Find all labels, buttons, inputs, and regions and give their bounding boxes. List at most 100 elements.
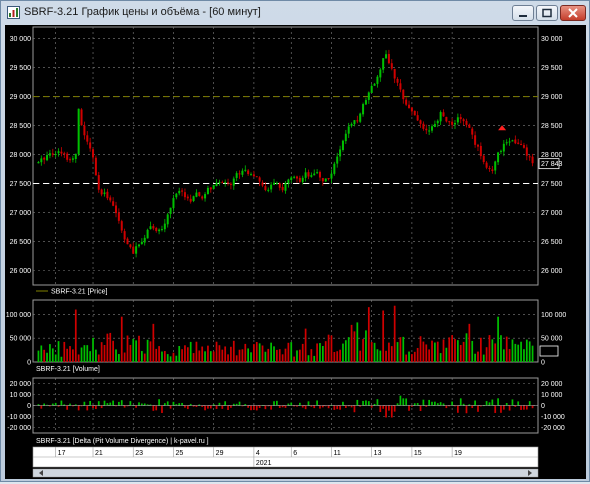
price-candle-body <box>166 214 169 225</box>
volume-bar <box>169 356 172 362</box>
volume-bar <box>367 307 370 362</box>
price-candle-body <box>284 182 287 191</box>
time-axis-day-label: 11 <box>333 450 340 457</box>
delta-bar <box>163 403 166 406</box>
delta-bar <box>333 405 336 410</box>
volume-bar <box>339 349 341 362</box>
volume-bar <box>385 350 387 362</box>
price-y-tick-label: 29 000 <box>10 94 32 101</box>
minimize-button[interactable] <box>512 5 534 21</box>
delta-bar <box>350 405 353 408</box>
volume-bar <box>77 354 80 362</box>
volume-bar <box>140 351 143 362</box>
price-candle-body <box>318 171 321 178</box>
volume-bar <box>324 341 327 362</box>
price-candle-body <box>439 112 442 122</box>
delta-bar <box>520 405 522 410</box>
delta-bar <box>184 405 186 408</box>
price-candle-body <box>224 182 227 184</box>
price-candle-body <box>425 128 428 131</box>
price-candle-body <box>247 170 250 175</box>
minimize-icon <box>519 15 527 17</box>
price-candle-body <box>275 182 278 184</box>
volume-bar <box>204 351 206 362</box>
delta-bar <box>287 403 290 406</box>
price-candle-body <box>92 149 95 158</box>
price-candle-body <box>339 149 342 157</box>
title-bar[interactable]: SBRF-3.21 График цены и объёма - [60 мин… <box>1 1 589 25</box>
volume-bar <box>482 354 485 362</box>
price-candle-body <box>40 158 43 163</box>
volume-bar <box>247 348 250 362</box>
price-candle-body <box>235 173 238 178</box>
price-candle-body <box>241 170 244 175</box>
volume-bar <box>255 341 258 362</box>
volume-bar <box>51 348 54 362</box>
price-candle-body <box>252 174 255 177</box>
volume-bar <box>118 354 120 362</box>
time-axis-day-label: 25 <box>175 450 183 457</box>
delta-bar <box>474 400 476 406</box>
price-candle-body <box>255 176 258 178</box>
time-axis-day-label: 15 <box>414 450 422 457</box>
price-candle-body <box>482 155 485 163</box>
maximize-button[interactable] <box>536 5 558 21</box>
price-signal-marker <box>498 125 507 131</box>
delta-bar <box>319 405 321 409</box>
price-y-tick-label-right: 28 000 <box>541 152 563 159</box>
price-candle-body <box>178 190 181 194</box>
delta-bar <box>396 403 399 406</box>
price-candle-body <box>295 176 298 179</box>
price-candle-body <box>229 183 232 185</box>
delta-bar <box>215 405 218 409</box>
delta-bar <box>112 400 114 406</box>
volume-bar <box>115 349 117 362</box>
delta-bar <box>264 405 267 410</box>
price-candle-body <box>43 157 46 160</box>
volume-bar <box>505 336 508 362</box>
price-candle-body <box>344 133 347 142</box>
volume-bar <box>342 343 344 362</box>
volume-bar <box>63 341 66 362</box>
price-candle-body <box>356 120 359 122</box>
volume-bar <box>307 355 310 362</box>
volume-bar <box>100 342 103 362</box>
delta-bar <box>365 400 367 406</box>
chart-area[interactable]: 30 000 30 000 29 500 29 500 29 000 29 000 28 5… <box>5 25 586 479</box>
price-candle-body <box>316 172 319 174</box>
price-candle-body <box>520 143 523 146</box>
price-candle-body <box>445 116 448 122</box>
volume-bar <box>419 336 422 362</box>
price-candle-body <box>192 196 195 202</box>
volume-bar <box>212 351 215 362</box>
delta-bar <box>253 405 255 410</box>
price-y-tick-label-right: 29 000 <box>541 94 563 101</box>
delta-y-tick-label-right: -20 000 <box>541 425 565 432</box>
volume-bar <box>152 323 155 362</box>
volume-bar <box>474 353 476 362</box>
delta-y-tick-label-right: 0 <box>541 403 545 410</box>
window-title: SBRF-3.21 График цены и объёма - [60 мин… <box>24 6 261 18</box>
price-candle-body <box>385 54 388 59</box>
volume-bar <box>92 337 94 362</box>
price-candle-body <box>112 201 115 206</box>
price-candle-body <box>416 115 419 121</box>
price-candle-body <box>508 141 511 143</box>
delta-bar <box>247 405 250 408</box>
delta-bar <box>508 405 511 411</box>
close-button[interactable] <box>560 5 586 21</box>
chart-canvas[interactable]: 30 000 30 00029 500 29 50029 000 29 00028 5… <box>5 25 586 479</box>
volume-bar <box>120 316 123 362</box>
delta-bar <box>511 399 514 406</box>
price-candle-body <box>499 150 502 152</box>
volume-bar <box>399 337 402 362</box>
price-candle-body <box>442 112 445 117</box>
price-candle-body <box>525 147 528 156</box>
price-candle-body <box>453 123 457 125</box>
delta-bar <box>51 403 54 406</box>
volume-bar <box>89 351 92 362</box>
delta-bar <box>342 401 344 406</box>
volume-bar <box>411 354 413 362</box>
volume-bar <box>178 346 181 362</box>
delta-bar <box>445 405 448 409</box>
